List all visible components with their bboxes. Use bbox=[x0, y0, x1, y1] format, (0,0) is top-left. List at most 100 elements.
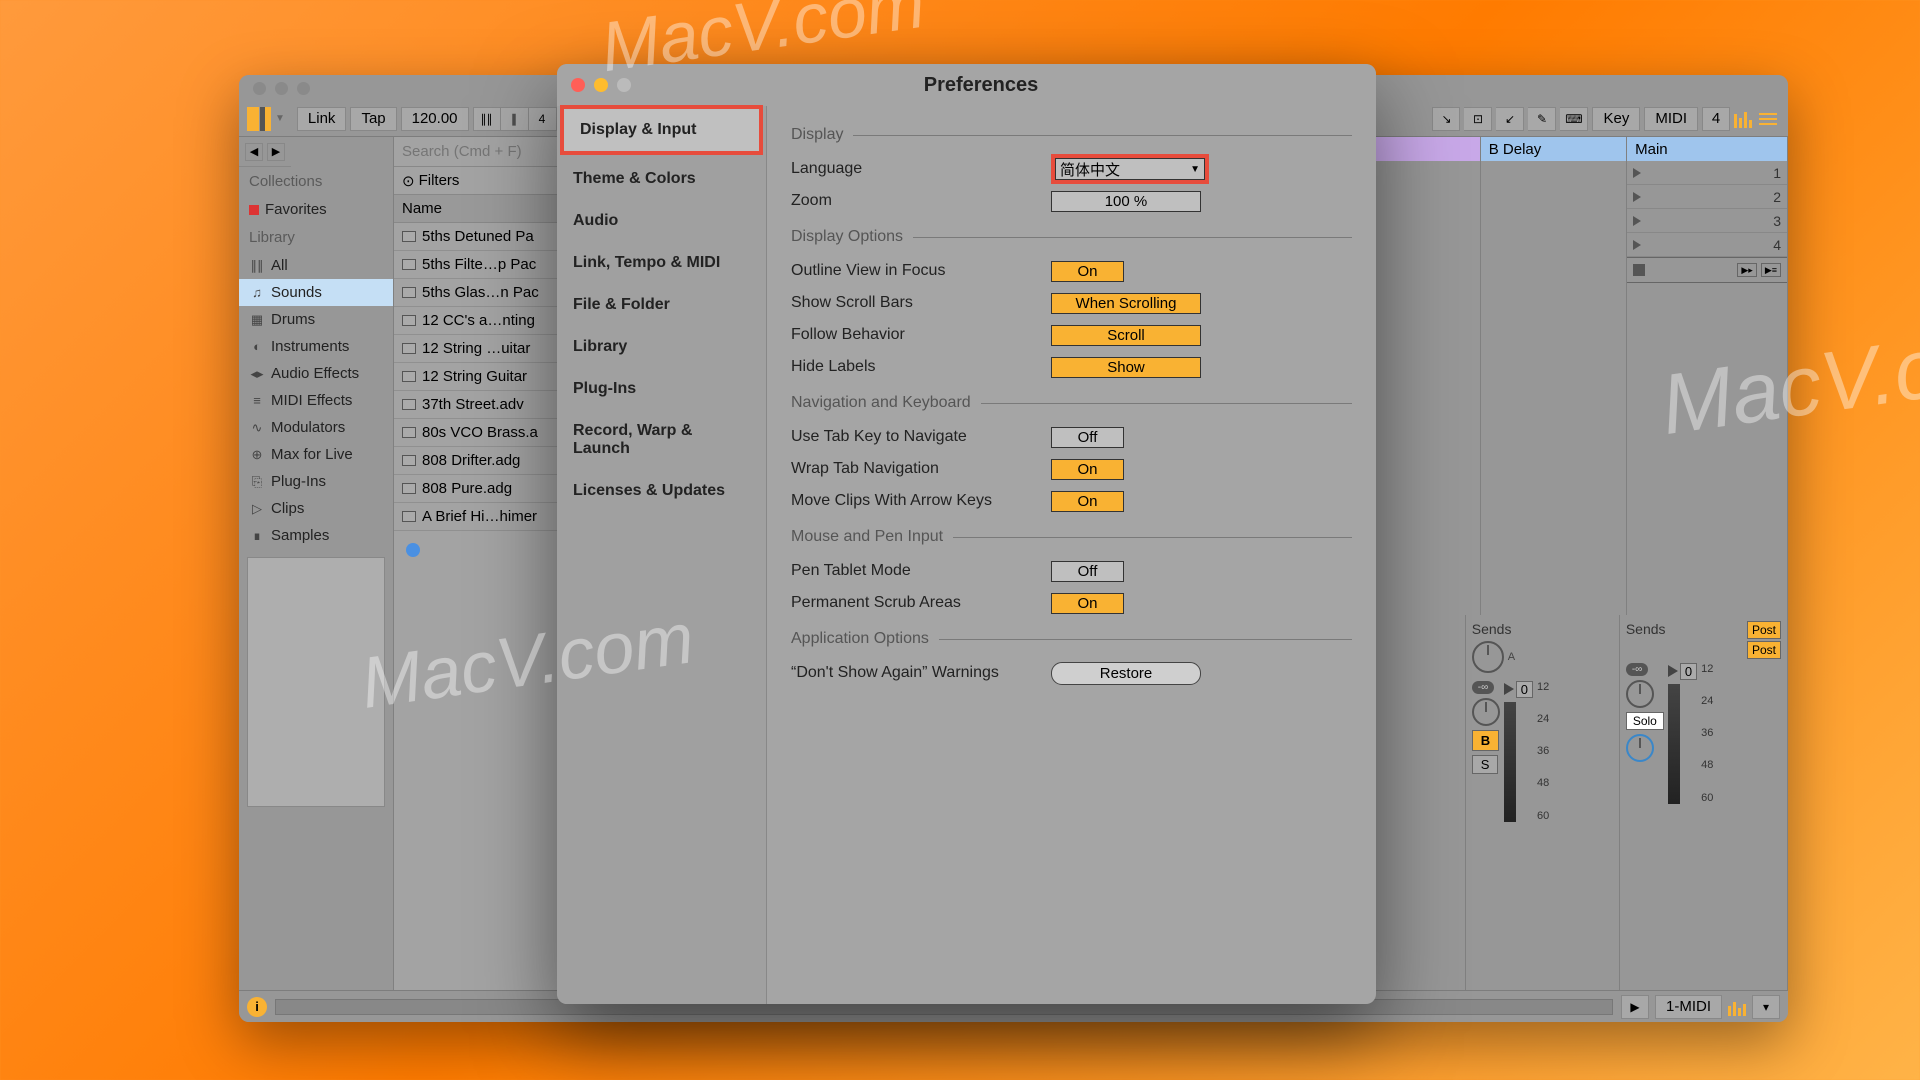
sidebar-item-instruments[interactable]: ◐Instruments bbox=[239, 333, 393, 360]
list-item[interactable]: 5ths Detuned Pa bbox=[394, 223, 563, 251]
chevron-down-icon[interactable]: ▼ bbox=[275, 113, 285, 124]
sidebar-item-audio-effects[interactable]: ◂▸Audio Effects bbox=[239, 360, 393, 387]
automation-icon[interactable]: ↘ bbox=[1432, 107, 1460, 131]
pref-tab-plugins[interactable]: Plug-Ins bbox=[557, 368, 766, 410]
tab-nav-toggle[interactable]: Off bbox=[1051, 427, 1124, 448]
minimize-icon[interactable] bbox=[594, 78, 608, 92]
list-item[interactable]: 12 String Guitar bbox=[394, 363, 563, 391]
tempo-field[interactable]: 120.00 bbox=[401, 107, 469, 131]
sidebar-item-modulators[interactable]: ∿Modulators bbox=[239, 414, 393, 441]
link-button[interactable]: Link bbox=[297, 107, 347, 131]
download-icon[interactable] bbox=[406, 543, 420, 557]
filters-row[interactable]: ⊙Filters bbox=[394, 167, 563, 195]
key-map-button[interactable]: Key bbox=[1592, 107, 1640, 131]
list-item[interactable]: 808 Drifter.adg bbox=[394, 447, 563, 475]
track-activator-icon[interactable] bbox=[1504, 683, 1514, 695]
draw-icon[interactable]: ↙ bbox=[1496, 107, 1524, 131]
scene-play-icon[interactable] bbox=[1633, 240, 1641, 250]
arrow-toggle[interactable]: On bbox=[1051, 491, 1124, 512]
sidebar-item-sounds[interactable]: ♫Sounds bbox=[239, 279, 393, 306]
track-activator-icon[interactable] bbox=[1668, 665, 1678, 677]
list-item[interactable]: 5ths Filte…p Pac bbox=[394, 251, 563, 279]
name-column-header[interactable]: Name bbox=[394, 195, 563, 223]
volume-readout[interactable]: 0 bbox=[1680, 663, 1697, 680]
reenable-icon[interactable]: ⊡ bbox=[1464, 107, 1492, 131]
list-item[interactable]: 37th Street.adv bbox=[394, 391, 563, 419]
volume-readout[interactable]: -∞ bbox=[1472, 681, 1494, 694]
nav-back-button[interactable]: ◀ bbox=[245, 143, 263, 161]
hide-labels-toggle[interactable]: Show bbox=[1051, 357, 1201, 378]
scrub-toggle[interactable]: On bbox=[1051, 593, 1124, 614]
metronome-icon[interactable]: ∥∥ bbox=[473, 107, 501, 131]
zoom-icon[interactable] bbox=[617, 78, 631, 92]
io-toggle[interactable]: ▶▸ bbox=[1737, 263, 1756, 277]
list-item[interactable]: 80s VCO Brass.a bbox=[394, 419, 563, 447]
scene-row[interactable]: 2 bbox=[1627, 185, 1787, 209]
list-item[interactable]: 5ths Glas…n Pac bbox=[394, 279, 563, 307]
post-badge[interactable]: Post bbox=[1747, 621, 1781, 639]
language-dropdown[interactable]: 简体中文 ▼ bbox=[1055, 158, 1205, 180]
scene-play-icon[interactable] bbox=[1633, 216, 1641, 226]
pref-tab-library[interactable]: Library bbox=[557, 326, 766, 368]
outline-toggle[interactable]: On bbox=[1051, 261, 1124, 282]
pref-tab-file[interactable]: File & Folder bbox=[557, 284, 766, 326]
time-sig-field[interactable]: 4 bbox=[529, 107, 557, 131]
sidebar-item-samples[interactable]: ∎Samples bbox=[239, 522, 393, 549]
list-item[interactable]: A Brief Hi…himer bbox=[394, 503, 563, 531]
sidebar-item-drums[interactable]: ▦Drums bbox=[239, 306, 393, 333]
list-item[interactable]: 808 Pure.adg bbox=[394, 475, 563, 503]
stop-all-button[interactable] bbox=[1633, 264, 1645, 276]
cue-knob[interactable] bbox=[1626, 734, 1654, 762]
wrap-tab-toggle[interactable]: On bbox=[1051, 459, 1124, 480]
scene-row[interactable]: 3 bbox=[1627, 209, 1787, 233]
tap-button[interactable]: Tap bbox=[350, 107, 396, 131]
pref-tab-display-input[interactable]: Display & Input bbox=[564, 109, 759, 151]
track-title[interactable]: Main bbox=[1627, 137, 1787, 161]
sidebar-item-midi-effects[interactable]: ≡MIDI Effects bbox=[239, 387, 393, 414]
scrollbars-toggle[interactable]: When Scrolling bbox=[1051, 293, 1201, 314]
send-knob[interactable] bbox=[1472, 641, 1504, 673]
scene-play-icon[interactable] bbox=[1633, 168, 1641, 178]
info-icon[interactable]: i bbox=[247, 997, 267, 1017]
midi-output[interactable]: 1-MIDI bbox=[1655, 995, 1722, 1019]
window-zoom-icon[interactable] bbox=[297, 82, 310, 95]
track-activator[interactable]: B bbox=[1472, 730, 1499, 751]
pref-tab-record[interactable]: Record, Warp & Launch bbox=[557, 410, 766, 470]
zoom-field[interactable]: 100 % bbox=[1051, 191, 1201, 212]
follow-toggle[interactable]: Scroll bbox=[1051, 325, 1201, 346]
chevron-down-icon[interactable]: ▾ bbox=[1752, 995, 1780, 1019]
restore-button[interactable]: Restore bbox=[1051, 662, 1201, 685]
nudge-down-icon[interactable]: ∥ bbox=[501, 107, 529, 131]
volume-readout[interactable]: 0 bbox=[1516, 681, 1533, 698]
pref-tab-link-midi[interactable]: Link, Tempo & MIDI bbox=[557, 242, 766, 284]
volume-readout[interactable]: -∞ bbox=[1626, 663, 1648, 676]
overview-icon[interactable] bbox=[1728, 998, 1746, 1016]
scene-row[interactable]: 1 bbox=[1627, 161, 1787, 185]
scene-play-icon[interactable] bbox=[1633, 192, 1641, 202]
sidebar-item-clips[interactable]: ▷Clips bbox=[239, 495, 393, 522]
keyboard-icon[interactable]: ⌨ bbox=[1560, 107, 1588, 131]
arrangement-play-icon[interactable]: ▶ bbox=[1621, 995, 1649, 1019]
pan-knob[interactable] bbox=[1472, 698, 1500, 726]
nav-fwd-button[interactable]: ▶ bbox=[267, 143, 285, 161]
sidebar-item-all[interactable]: ∥∥All bbox=[239, 252, 393, 279]
window-close-icon[interactable] bbox=[253, 82, 266, 95]
pref-tab-theme[interactable]: Theme & Colors bbox=[557, 158, 766, 200]
io-toggle[interactable]: ▶≡ bbox=[1761, 263, 1781, 277]
list-item[interactable]: 12 CC's a…nting bbox=[394, 307, 563, 335]
sidebar-item-plugins[interactable]: ⎘Plug-Ins bbox=[239, 468, 393, 495]
pref-tab-licenses[interactable]: Licenses & Updates bbox=[557, 470, 766, 512]
post-badge[interactable]: Post bbox=[1747, 641, 1781, 659]
solo-button[interactable]: Solo bbox=[1626, 712, 1664, 730]
solo-button[interactable]: S bbox=[1472, 755, 1499, 774]
window-minimize-icon[interactable] bbox=[275, 82, 288, 95]
pencil-icon[interactable]: ✎ bbox=[1528, 107, 1556, 131]
pref-tab-audio[interactable]: Audio bbox=[557, 200, 766, 242]
close-icon[interactable] bbox=[571, 78, 585, 92]
scene-row[interactable]: 4 bbox=[1627, 233, 1787, 257]
pen-toggle[interactable]: Off bbox=[1051, 561, 1124, 582]
menu-icon[interactable] bbox=[1756, 113, 1780, 125]
list-item[interactable]: 12 String …uitar bbox=[394, 335, 563, 363]
search-input[interactable] bbox=[402, 143, 555, 160]
pan-knob[interactable] bbox=[1626, 680, 1654, 708]
